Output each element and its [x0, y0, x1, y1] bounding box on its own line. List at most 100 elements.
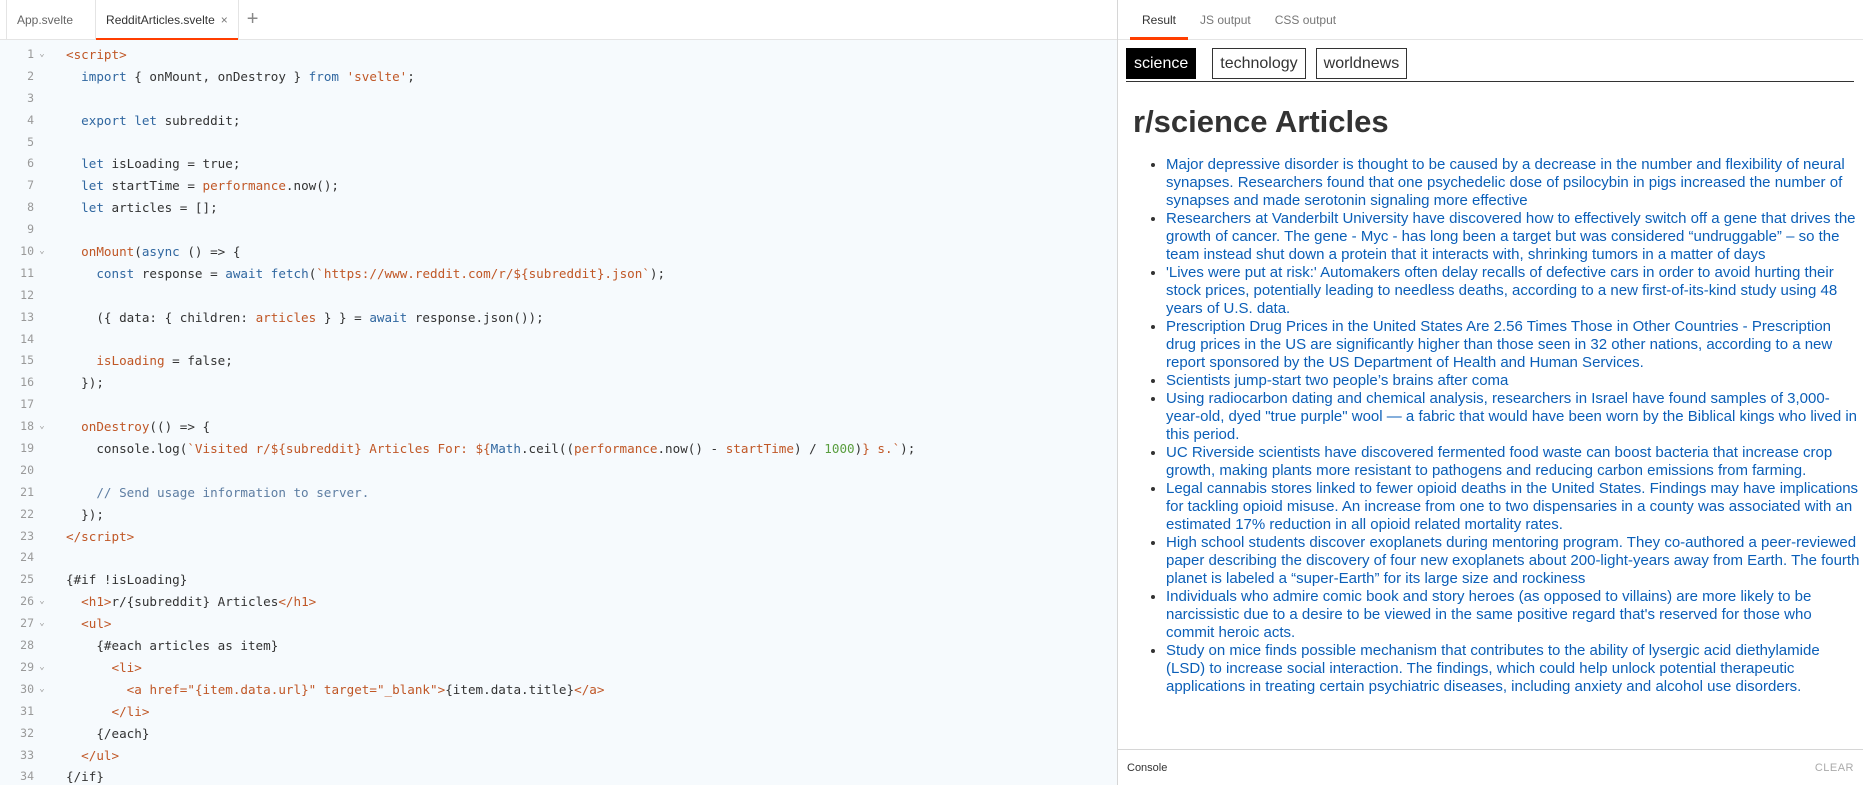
code-text: <li> [111, 659, 142, 675]
code-line[interactable]: 31 </li> [0, 701, 1117, 723]
tab-css-output[interactable]: CSS output [1263, 0, 1348, 39]
code-line[interactable]: 4 export let subreddit; [0, 110, 1117, 132]
fold-chevron-icon [34, 329, 50, 351]
code-line[interactable]: 34 {/if} [0, 766, 1117, 785]
subreddit-button-worldnews[interactable]: worldnews [1315, 48, 1408, 79]
list-item: Study on mice finds possible mechanism t… [1166, 642, 1862, 696]
code-line[interactable]: 12 [0, 285, 1117, 307]
article-link[interactable]: Individuals who admire comic book and st… [1166, 588, 1812, 641]
line-number: 33 [20, 747, 34, 762]
fold-chevron-icon [34, 307, 50, 329]
fold-chevron-icon [34, 745, 50, 767]
code-text: let startTime = performance.now(); [81, 178, 339, 194]
list-item: High school students discover exoplanets… [1166, 534, 1862, 588]
code-line[interactable]: 11 const response = await fetch(`https:/… [0, 263, 1117, 285]
code-line[interactable]: 17 [0, 394, 1117, 416]
code-line[interactable]: 8 let articles = []; [0, 197, 1117, 219]
code-line[interactable]: 7 let startTime = performance.now(); [0, 175, 1117, 197]
list-item: Researchers at Vanderbilt University hav… [1166, 210, 1862, 264]
tab-redditarticles-svelte[interactable]: RedditArticles.svelte × [95, 0, 239, 40]
article-link[interactable]: Researchers at Vanderbilt University hav… [1166, 210, 1856, 263]
fold-chevron-icon[interactable]: ⌄ [34, 241, 50, 263]
code-line[interactable]: 10 ⌄ onMount(async () => { [0, 241, 1117, 263]
article-link[interactable]: Study on mice finds possible mechanism t… [1166, 642, 1820, 695]
code-line[interactable]: 24 [0, 547, 1117, 569]
article-link[interactable]: Scientists jump-start two people’s brain… [1166, 372, 1508, 389]
code-line[interactable]: 21 // Send usage information to server. [0, 482, 1117, 504]
line-number: 10 [20, 244, 34, 259]
code-text: onMount(async () => { [81, 244, 241, 260]
article-link[interactable]: Major depressive disorder is thought to … [1166, 156, 1845, 209]
line-number: 24 [20, 550, 34, 565]
fold-chevron-icon[interactable]: ⌄ [34, 416, 50, 438]
fold-chevron-icon [34, 263, 50, 285]
code-text: <a href="{item.data.url}" target="_blank… [126, 681, 605, 697]
code-line[interactable]: 3 [0, 88, 1117, 110]
fold-chevron-icon [34, 372, 50, 394]
code-text: let articles = []; [81, 200, 218, 216]
code-line[interactable]: 33 </ul> [0, 745, 1117, 767]
code-line[interactable]: 2 import { onMount, onDestroy } from 'sv… [0, 66, 1117, 88]
code-line[interactable]: 26 ⌄ <h1>r/{subreddit} Articles</h1> [0, 591, 1117, 613]
article-link[interactable]: Legal cannabis stores linked to fewer op… [1166, 480, 1858, 533]
code-text: {#if !isLoading} [66, 572, 188, 588]
code-text: {#each articles as item} [66, 638, 279, 654]
output-tabbar: Result JS output CSS output [1118, 0, 1863, 40]
code-area[interactable]: 1 ⌄ <script> 2 import { onMount, onDestroy … [0, 44, 1117, 785]
code-line[interactable]: 16 }); [0, 372, 1117, 394]
tab-result[interactable]: Result [1130, 0, 1189, 40]
fold-chevron-icon[interactable]: ⌄ [34, 591, 50, 613]
code-line[interactable]: 18 ⌄ onDestroy(() => { [0, 416, 1117, 438]
code-line[interactable]: 13 ({ data: { children: articles } } = a… [0, 307, 1117, 329]
code-line[interactable]: 9 [0, 219, 1117, 241]
fold-chevron-icon[interactable]: ⌄ [34, 679, 50, 701]
fold-chevron-icon[interactable]: ⌄ [34, 657, 50, 679]
fold-chevron-icon [34, 482, 50, 504]
console-clear-button[interactable]: CLEAR [1815, 762, 1854, 774]
code-line[interactable]: 5 [0, 132, 1117, 154]
article-link[interactable]: Using radiocarbon dating and chemical an… [1166, 390, 1857, 443]
tab-label: App.svelte [17, 12, 74, 27]
code-line[interactable]: 28 {#each articles as item} [0, 635, 1117, 657]
code-line[interactable]: 20 [0, 460, 1117, 482]
article-list: Major depressive disorder is thought to … [1126, 156, 1862, 696]
article-link[interactable]: 'Lives were put at risk:' Automakers oft… [1166, 264, 1837, 317]
tab-js-output[interactable]: JS output [1188, 0, 1263, 39]
article-link[interactable]: Prescription Drug Prices in the United S… [1166, 318, 1832, 371]
code-line[interactable]: 27 ⌄ <ul> [0, 613, 1117, 635]
code-line[interactable]: 29 ⌄ <li> [0, 657, 1117, 679]
code-editor-pane: App.svelte RedditArticles.svelte × + 1 ⌄ <… [0, 0, 1118, 785]
code-line[interactable]: 6 let isLoading = true; [0, 153, 1117, 175]
console-label[interactable]: Console [1127, 762, 1167, 774]
code-line[interactable]: 19 console.log(`Visited r/${subreddit} A… [0, 438, 1117, 460]
add-file-icon[interactable]: + [239, 0, 267, 39]
code-line[interactable]: 22 }); [0, 504, 1117, 526]
line-number: 16 [20, 375, 34, 390]
code-line[interactable]: 32 {/each} [0, 723, 1117, 745]
code-line[interactable]: 30 ⌄ <a href="{item.data.url}" target="_b… [0, 679, 1117, 701]
line-number: 3 [27, 90, 34, 105]
subreddit-button-science[interactable]: science [1126, 48, 1197, 79]
tab-app-svelte[interactable]: App.svelte [6, 0, 83, 39]
article-link[interactable]: High school students discover exoplanets… [1166, 534, 1859, 587]
subreddit-button-technology[interactable]: technology [1212, 48, 1306, 79]
line-number: 31 [20, 703, 34, 718]
fold-chevron-icon[interactable]: ⌄ [34, 613, 50, 635]
fold-chevron-icon [34, 723, 50, 745]
code-line[interactable]: 1 ⌄ <script> [0, 44, 1117, 66]
close-icon[interactable]: × [221, 13, 228, 27]
code-line[interactable]: 14 [0, 329, 1117, 351]
file-tabbar: App.svelte RedditArticles.svelte × + [0, 0, 1117, 40]
line-number: 7 [27, 178, 34, 193]
fold-chevron-icon[interactable]: ⌄ [34, 44, 50, 66]
code-line[interactable]: 15 isLoading = false; [0, 350, 1117, 372]
list-item: UC Riverside scientists have discovered … [1166, 444, 1862, 480]
code-line[interactable]: 23 </script> [0, 526, 1117, 548]
code-line[interactable]: 25 {#if !isLoading} [0, 569, 1117, 591]
fold-chevron-icon [34, 110, 50, 132]
article-link[interactable]: UC Riverside scientists have discovered … [1166, 444, 1832, 479]
list-item: Individuals who admire comic book and st… [1166, 588, 1862, 642]
